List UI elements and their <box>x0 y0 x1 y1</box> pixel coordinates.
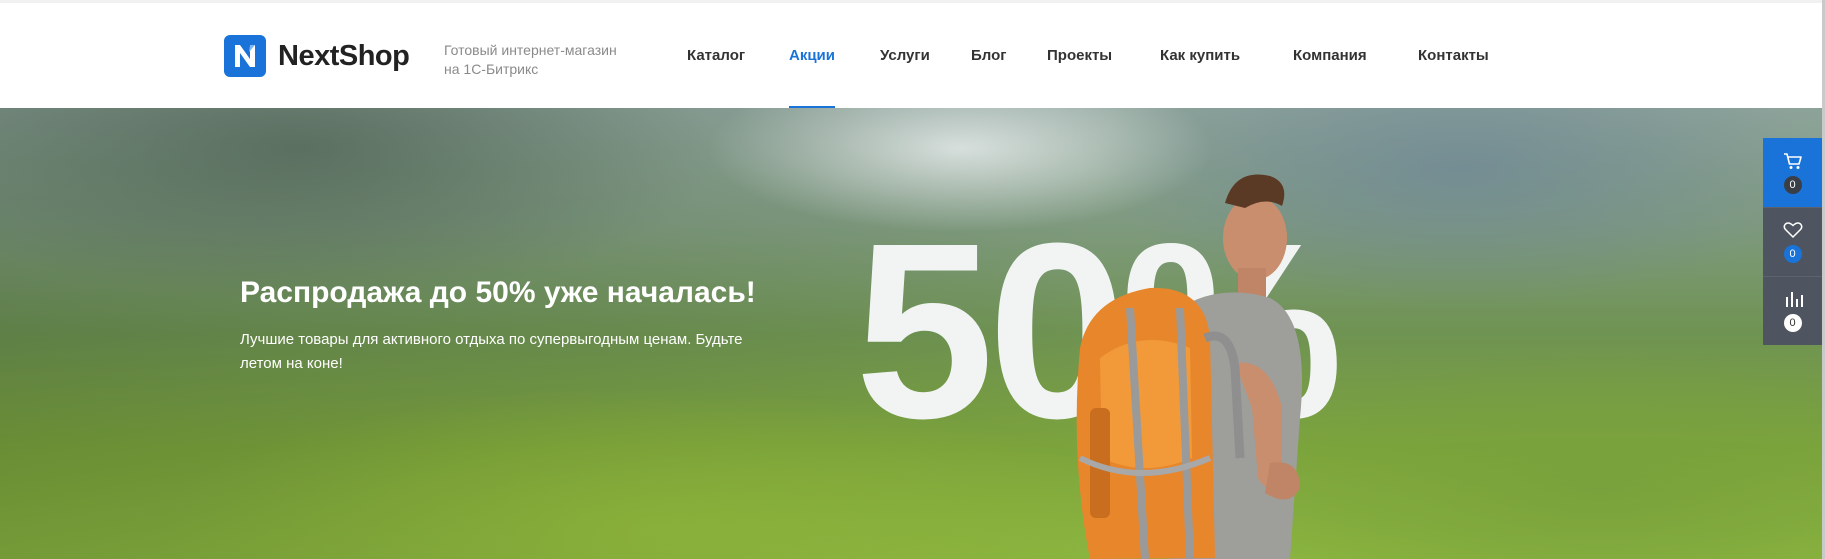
nav-item-catalog[interactable]: Каталог <box>687 3 745 108</box>
hero-description: Лучшие товары для активного отдыха по су… <box>240 331 743 372</box>
nav-item-projects[interactable]: Проекты <box>1047 3 1112 108</box>
cart-icon <box>1783 152 1802 169</box>
hero-banner[interactable]: 50% Распродажа до 50% уже началась! Лучш… <box>0 108 1822 559</box>
page: NextShop Готовый интернет-магазин на 1С-… <box>0 0 1825 559</box>
logo-link[interactable]: NextShop <box>224 35 410 77</box>
site-tagline: Готовый интернет-магазин на 1С-Битрикс <box>444 42 617 77</box>
nav-item-company[interactable]: Компания <box>1293 3 1367 108</box>
nav-item-blog[interactable]: Блог <box>971 3 1007 108</box>
logo-n-icon <box>224 35 266 77</box>
nav-item-contacts[interactable]: Контакты <box>1418 3 1489 108</box>
heart-icon <box>1783 222 1802 239</box>
fixed-side-panel: 0 0 0 <box>1763 138 1822 345</box>
compare-count: 0 <box>1783 314 1802 332</box>
nav-item-promotions[interactable]: Акции <box>789 3 836 108</box>
bar-chart-icon <box>1785 292 1803 307</box>
cart-count: 0 <box>1783 175 1802 194</box>
favorites-count: 0 <box>1783 245 1802 263</box>
cart-button[interactable]: 0 <box>1763 138 1822 207</box>
nav-item-how-to-buy[interactable]: Как купить <box>1160 3 1240 108</box>
hero-title: Распродажа до 50% уже началась! <box>240 276 756 309</box>
compare-button[interactable]: 0 <box>1763 276 1822 345</box>
site-header: NextShop Готовый интернет-магазин на 1С-… <box>0 3 1825 108</box>
favorites-button[interactable]: 0 <box>1763 207 1822 276</box>
logo-text: NextShop <box>278 39 410 72</box>
nav-item-services[interactable]: Услуги <box>880 3 930 108</box>
hiker-image <box>1076 174 1302 559</box>
